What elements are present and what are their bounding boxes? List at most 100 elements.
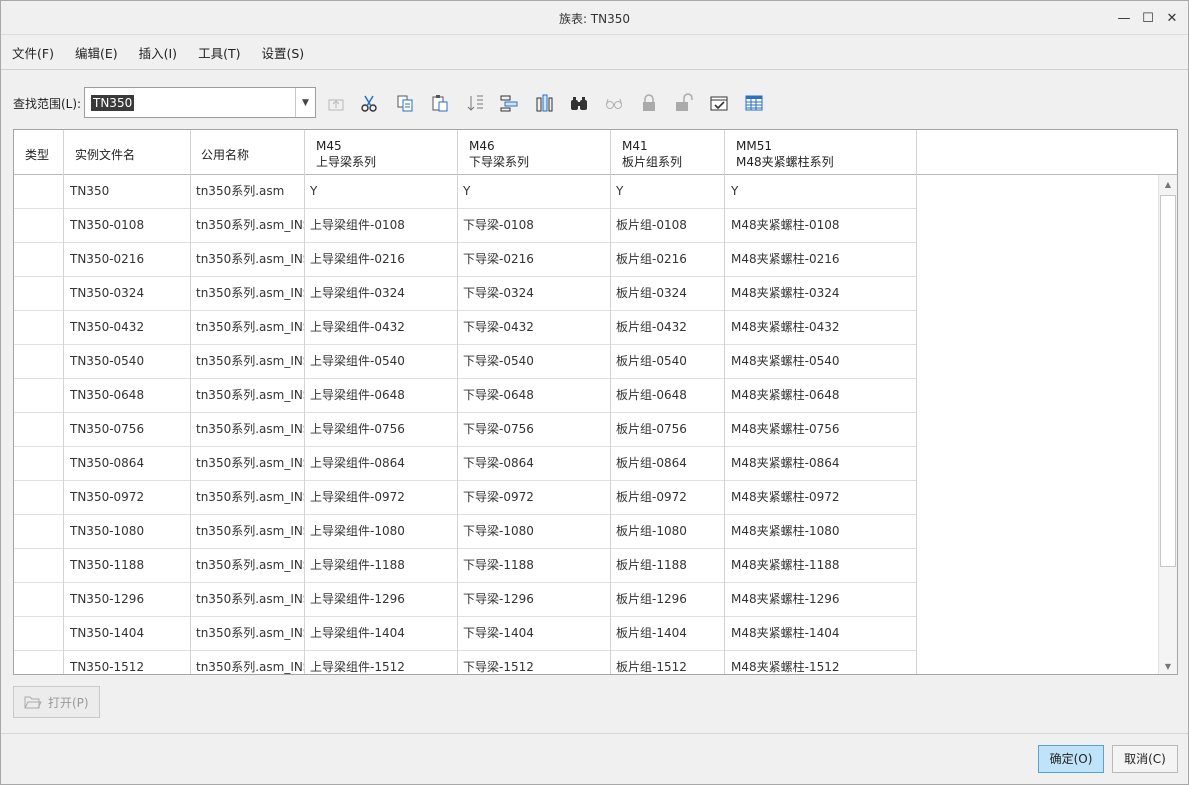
- glasses-icon[interactable]: [603, 93, 625, 113]
- table-cell[interactable]: tn350系列.asm_INST: [191, 651, 305, 674]
- scroll-down-icon[interactable]: ▼: [1159, 657, 1177, 674]
- table-cell[interactable]: TN350-0756: [64, 413, 191, 447]
- column-header[interactable]: 实例文件名: [64, 130, 191, 175]
- table-cell[interactable]: TN350-0216: [64, 243, 191, 277]
- table-cell[interactable]: 下导梁-1404: [458, 617, 611, 651]
- scroll-thumb[interactable]: [1160, 195, 1176, 567]
- table-cell[interactable]: TN350-0324: [64, 277, 191, 311]
- table-cell[interactable]: 板片组-1296: [611, 583, 725, 617]
- table-cell[interactable]: M48夹紧螺柱-0756: [725, 413, 917, 447]
- table-cell[interactable]: 下导梁-0108: [458, 209, 611, 243]
- maximize-button[interactable]: ☐: [1136, 7, 1160, 29]
- table-cell[interactable]: 板片组-1512: [611, 651, 725, 674]
- copy-icon[interactable]: [394, 93, 416, 113]
- minimize-button[interactable]: —: [1112, 7, 1136, 29]
- table-cell[interactable]: Y: [725, 175, 917, 209]
- table-cell[interactable]: M48夹紧螺柱-0216: [725, 243, 917, 277]
- column-header[interactable]: MM51 M48夹紧螺柱系列: [725, 130, 917, 175]
- table-cell[interactable]: 上导梁组件-1296: [305, 583, 458, 617]
- table-row[interactable]: TN350-1296tn350系列.asm_INST上导梁组件-1296下导梁-…: [14, 583, 917, 617]
- table-cell[interactable]: M48夹紧螺柱-1296: [725, 583, 917, 617]
- table-cell[interactable]: 上导梁组件-1080: [305, 515, 458, 549]
- table-cell[interactable]: [14, 175, 64, 209]
- table-cell[interactable]: [14, 583, 64, 617]
- table-cell[interactable]: [14, 481, 64, 515]
- chevron-down-icon[interactable]: ▼: [295, 88, 315, 117]
- cancel-button[interactable]: 取消(C): [1112, 745, 1178, 773]
- search-scope-value[interactable]: TN350: [91, 95, 135, 111]
- verify-icon[interactable]: [708, 93, 730, 113]
- column-header[interactable]: M46 下导梁系列: [458, 130, 611, 175]
- column-header[interactable]: 公用名称: [191, 130, 305, 175]
- table-cell[interactable]: 上导梁组件-1404: [305, 617, 458, 651]
- table-cell[interactable]: 下导梁-1296: [458, 583, 611, 617]
- unlock-icon[interactable]: [673, 93, 695, 113]
- table-cell[interactable]: 上导梁组件-0432: [305, 311, 458, 345]
- table-cell[interactable]: [14, 413, 64, 447]
- table-cell[interactable]: [14, 243, 64, 277]
- table-cell[interactable]: 下导梁-0324: [458, 277, 611, 311]
- column-header[interactable]: M45 上导梁系列: [305, 130, 458, 175]
- table-cell[interactable]: 下导梁-0648: [458, 379, 611, 413]
- table-cell[interactable]: [14, 651, 64, 674]
- table-cell[interactable]: TN350: [64, 175, 191, 209]
- table-cell[interactable]: TN350-1404: [64, 617, 191, 651]
- table-cell[interactable]: Y: [611, 175, 725, 209]
- table-cell[interactable]: 上导梁组件-1188: [305, 549, 458, 583]
- table-cell[interactable]: 板片组-1080: [611, 515, 725, 549]
- table-cell[interactable]: [14, 209, 64, 243]
- table-cell[interactable]: M48夹紧螺柱-1512: [725, 651, 917, 674]
- table-row[interactable]: TN350-0972tn350系列.asm_INST上导梁组件-0972下导梁-…: [14, 481, 917, 515]
- table-cell[interactable]: tn350系列.asm_INST: [191, 277, 305, 311]
- table-row[interactable]: TN350-1404tn350系列.asm_INST上导梁组件-1404下导梁-…: [14, 617, 917, 651]
- table-cell[interactable]: [14, 277, 64, 311]
- table-cell[interactable]: Y: [458, 175, 611, 209]
- table-cell[interactable]: [14, 379, 64, 413]
- table-cell[interactable]: 上导梁组件-0972: [305, 481, 458, 515]
- vertical-scrollbar[interactable]: ▲ ▼: [1158, 175, 1177, 674]
- table-icon[interactable]: [743, 93, 765, 113]
- column-header[interactable]: 类型: [14, 130, 64, 175]
- table-cell[interactable]: TN350-1080: [64, 515, 191, 549]
- table-cell[interactable]: Y: [305, 175, 458, 209]
- table-cell[interactable]: tn350系列.asm_INST: [191, 481, 305, 515]
- table-cell[interactable]: 下导梁-0864: [458, 447, 611, 481]
- table-cell[interactable]: 下导梁-0216: [458, 243, 611, 277]
- table-cell[interactable]: M48夹紧螺柱-0972: [725, 481, 917, 515]
- table-cell[interactable]: 板片组-0108: [611, 209, 725, 243]
- table-cell[interactable]: [14, 515, 64, 549]
- table-cell[interactable]: M48夹紧螺柱-0432: [725, 311, 917, 345]
- table-cell[interactable]: TN350-0972: [64, 481, 191, 515]
- table-cell[interactable]: TN350-0432: [64, 311, 191, 345]
- table-cell[interactable]: 下导梁-0432: [458, 311, 611, 345]
- table-cell[interactable]: 板片组-0972: [611, 481, 725, 515]
- table-cell[interactable]: 下导梁-0972: [458, 481, 611, 515]
- table-cell[interactable]: tn350系列.asm_INST: [191, 345, 305, 379]
- table-row[interactable]: TN350-1188tn350系列.asm_INST上导梁组件-1188下导梁-…: [14, 549, 917, 583]
- table-cell[interactable]: 下导梁-0756: [458, 413, 611, 447]
- table-cell[interactable]: tn350系列.asm_INST: [191, 209, 305, 243]
- table-cell[interactable]: [14, 617, 64, 651]
- table-cell[interactable]: 上导梁组件-0864: [305, 447, 458, 481]
- menu-settings[interactable]: 设置(S): [255, 43, 310, 62]
- table-row[interactable]: TN350-0324tn350系列.asm_INST上导梁组件-0324下导梁-…: [14, 277, 917, 311]
- table-row[interactable]: TN350-0864tn350系列.asm_INST上导梁组件-0864下导梁-…: [14, 447, 917, 481]
- table-cell[interactable]: tn350系列.asm_INST: [191, 515, 305, 549]
- table-cell[interactable]: M48夹紧螺柱-0864: [725, 447, 917, 481]
- open-button[interactable]: 打开(P): [13, 686, 100, 718]
- insert-row-icon[interactable]: [498, 93, 520, 113]
- table-row[interactable]: TN350-1512tn350系列.asm_INST上导梁组件-1512下导梁-…: [14, 651, 917, 674]
- table-cell[interactable]: tn350系列.asm_INST: [191, 447, 305, 481]
- table-cell[interactable]: 板片组-0648: [611, 379, 725, 413]
- table-cell[interactable]: TN350-0108: [64, 209, 191, 243]
- table-cell[interactable]: 上导梁组件-0216: [305, 243, 458, 277]
- insert-column-icon[interactable]: [533, 93, 555, 113]
- table-cell[interactable]: 板片组-0324: [611, 277, 725, 311]
- menu-tools[interactable]: 工具(T): [192, 43, 246, 62]
- table-cell[interactable]: TN350-1512: [64, 651, 191, 674]
- table-cell[interactable]: tn350系列.asm_INST: [191, 549, 305, 583]
- ok-button[interactable]: 确定(O): [1038, 745, 1104, 773]
- table-cell[interactable]: 板片组-0540: [611, 345, 725, 379]
- table-cell[interactable]: 上导梁组件-0108: [305, 209, 458, 243]
- search-scope-combo[interactable]: TN350 ▼: [84, 87, 316, 118]
